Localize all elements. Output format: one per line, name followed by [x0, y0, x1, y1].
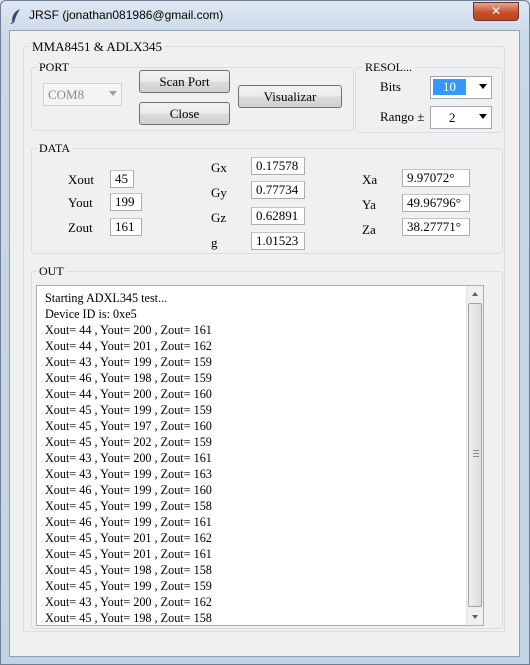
com-port-value: COM8 — [48, 87, 85, 102]
output-line: Xout= 45 , Yout= 202 , Zout= 159 — [45, 435, 212, 449]
xout-field: 45 — [110, 170, 134, 188]
output-line: Xout= 46 , Yout= 199 , Zout= 160 — [45, 483, 212, 497]
output-line: Xout= 46 , Yout= 199 , Zout= 161 — [45, 515, 212, 529]
visualizar-button[interactable]: Visualizar — [238, 85, 342, 108]
za-label: Za — [362, 222, 376, 237]
app-window: JRSF (jonathan081986@gmail.com) ✕ MMA845… — [0, 0, 530, 665]
grip-line — [473, 453, 479, 454]
bits-value: 10 — [433, 79, 466, 95]
gz-label: Gz — [211, 210, 227, 225]
output-line: Xout= 45 , Yout= 197 , Zout= 160 — [45, 419, 212, 433]
gy-label: Gy — [211, 185, 227, 200]
rango-select[interactable]: 2 — [430, 106, 492, 129]
yout-field: 199 — [110, 193, 142, 211]
g-field: 1.01523 — [251, 232, 305, 250]
scroll-down-icon[interactable] — [472, 615, 478, 619]
output-line: Xout= 45 , Yout= 199 , Zout= 159 — [45, 579, 212, 593]
zout-label: Zout — [68, 220, 93, 235]
output-line: Xout= 45 , Yout= 201 , Zout= 162 — [45, 531, 212, 545]
scroll-thumb[interactable] — [468, 303, 482, 607]
ya-label: Ya — [362, 197, 376, 212]
out-group-label: OUT — [37, 264, 66, 279]
bits-select[interactable]: 10 — [430, 76, 492, 99]
output-line: Xout= 44 , Yout= 201 , Zout= 162 — [45, 339, 212, 353]
port-group-label: PORT — [37, 60, 71, 75]
gx-field: 0.17578 — [251, 157, 305, 175]
grip-line — [473, 456, 479, 457]
chevron-down-icon — [479, 114, 487, 119]
gy-field: 0.77734 — [251, 181, 305, 199]
za-field: 38.27771° — [402, 218, 470, 236]
output-line: Xout= 43 , Yout= 200 , Zout= 161 — [45, 451, 212, 465]
main-group-label: MMA8451 & ADLX345 — [30, 39, 165, 55]
output-line: Xout= 45 , Yout= 198 , Zout= 158 — [45, 611, 212, 625]
chevron-down-icon — [479, 84, 487, 89]
xa-field: 9.97072° — [402, 169, 470, 187]
output-textbox[interactable]: Starting ADXL345 test... Device ID is: 0x… — [36, 285, 484, 626]
close-window-button[interactable]: ✕ — [473, 2, 519, 21]
output-line: Xout= 45 , Yout= 198 , Zout= 158 — [45, 563, 212, 577]
g-label: g — [211, 235, 218, 250]
output-line: Xout= 46 , Yout= 198 , Zout= 159 — [45, 371, 212, 385]
scroll-up-icon[interactable] — [472, 292, 478, 296]
title-bar[interactable]: JRSF (jonathan081986@gmail.com) ✕ — [1, 1, 529, 31]
rango-value: 2 — [449, 110, 456, 125]
xout-label: Xout — [68, 172, 94, 187]
output-line: Xout= 43 , Yout= 199 , Zout= 159 — [45, 355, 212, 369]
gz-field: 0.62891 — [251, 207, 305, 225]
data-group-label: DATA — [37, 141, 73, 156]
com-port-select[interactable]: COM8 — [43, 83, 122, 106]
zout-field: 161 — [110, 218, 142, 236]
output-line: Starting ADXL345 test... — [45, 291, 168, 305]
output-line: Xout= 43 , Yout= 199 , Zout= 163 — [45, 467, 212, 481]
close-port-button[interactable]: Close — [139, 102, 230, 125]
output-line: Xout= 43 , Yout= 200 , Zout= 162 — [45, 595, 212, 609]
output-line: Device ID is: 0xe5 — [45, 307, 137, 321]
ya-field: 49.96796° — [402, 194, 470, 212]
scan-port-button[interactable]: Scan Port — [139, 70, 230, 93]
feather-icon — [10, 9, 20, 24]
output-line: Xout= 45 , Yout= 201 , Zout= 161 — [45, 547, 212, 561]
close-icon: ✕ — [490, 4, 502, 18]
output-line: Xout= 45 , Yout= 199 , Zout= 158 — [45, 499, 212, 513]
output-lines: Starting ADXL345 test... Device ID is: 0x… — [45, 290, 212, 625]
output-line: Xout= 44 , Yout= 200 , Zout= 161 — [45, 323, 212, 337]
xa-label: Xa — [362, 172, 378, 187]
output-line: Xout= 45 , Yout= 199 , Zout= 159 — [45, 403, 212, 417]
rango-label: Rango ± — [380, 109, 425, 124]
output-scrollbar[interactable] — [466, 286, 483, 625]
gx-label: Gx — [211, 160, 227, 175]
output-line: Xout= 44 , Yout= 200 , Zout= 160 — [45, 387, 212, 401]
window-title: JRSF (jonathan081986@gmail.com) — [29, 8, 224, 22]
chevron-down-icon — [109, 91, 117, 96]
resol-group-label: RESOL... — [363, 60, 415, 75]
bits-label: Bits — [380, 79, 401, 94]
grip-line — [473, 450, 479, 451]
yout-label: Yout — [68, 195, 93, 210]
